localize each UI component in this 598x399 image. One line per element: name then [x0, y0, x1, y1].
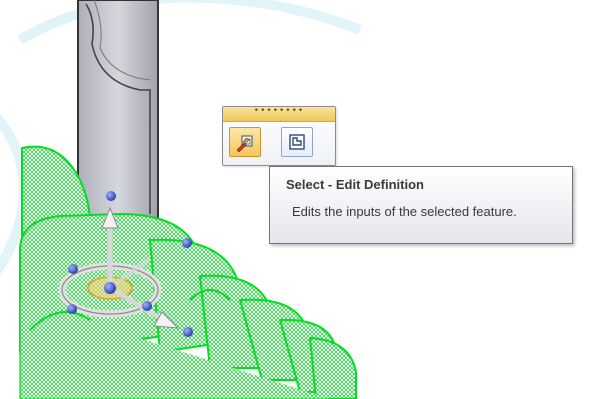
edit-profile-button[interactable] — [281, 127, 313, 157]
select-edit-definition-button[interactable] — [229, 127, 261, 157]
toolbar-grip[interactable]: •••••••• — [223, 107, 335, 122]
tooltip-title: Select - Edit Definition — [286, 177, 424, 192]
tooltip: Select - Edit Definition Edits the input… — [269, 166, 573, 244]
mini-toolbar: •••••••• — [222, 106, 336, 166]
gray-part-body[interactable] — [77, 0, 159, 229]
tooltip-description: Edits the inputs of the selected feature… — [292, 204, 517, 219]
